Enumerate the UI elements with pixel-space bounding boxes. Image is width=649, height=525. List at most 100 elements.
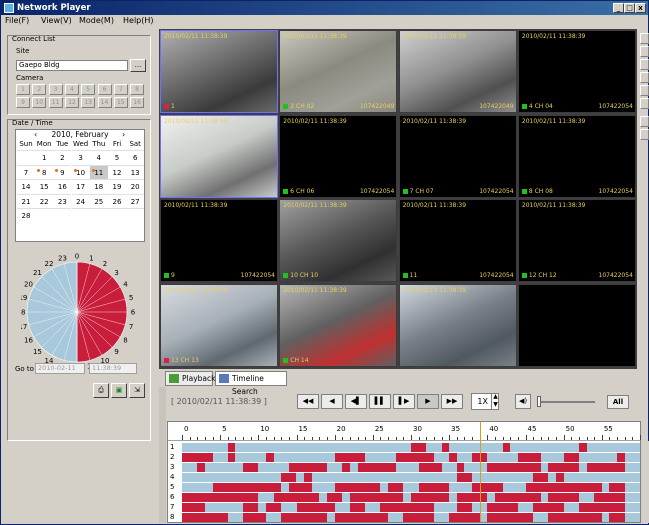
camera-cell-10[interactable]: 2010/02/11 11:38:39 10 CH 10 (279, 199, 398, 282)
calendar-day[interactable]: 13 (126, 164, 145, 179)
timeline-cursor[interactable] (479, 422, 481, 522)
print-icon[interactable] (640, 129, 649, 140)
timeline-row-4[interactable] (182, 473, 640, 482)
calendar-day[interactable]: 14 (17, 179, 35, 193)
camera-button-8[interactable]: 8 (130, 84, 145, 95)
pause-button[interactable]: ▌▌ (369, 394, 391, 409)
site-browse-button[interactable]: ... (130, 59, 146, 72)
calendar-day[interactable]: 7 (17, 164, 35, 179)
calendar-day[interactable]: 12 (108, 164, 126, 179)
calendar-day[interactable]: 25 (89, 193, 108, 208)
calendar-day[interactable]: 26 (108, 193, 126, 208)
step-back-button[interactable]: ◀▌ (345, 394, 367, 409)
timeline-panel[interactable]: 0 5 10 15 20 25 30 35 40 45 50 55 12345678 (167, 421, 641, 523)
camera-button-6[interactable]: 6 (97, 84, 112, 95)
layout-full-icon[interactable] (640, 85, 649, 96)
calendar-day[interactable]: 21 (17, 193, 35, 208)
calendar-day[interactable]: 3 (71, 150, 90, 164)
camera-cell-14[interactable]: 2010/02/11 11:38:39 CH 14 (279, 283, 398, 367)
timeline-row-8[interactable] (182, 513, 640, 522)
volume-knob[interactable] (537, 396, 541, 407)
timeline-scrollbar[interactable] (641, 441, 649, 523)
timeline-row-1[interactable] (182, 443, 640, 452)
calendar-day[interactable]: 28 (17, 208, 35, 222)
camera-cell-2[interactable]: 2010/02/11 11:38:39 2 CH 02 107422049 (279, 30, 398, 113)
tab-timeline-search[interactable]: Timeline Search (215, 371, 287, 396)
calendar-day[interactable]: 17 (71, 179, 90, 193)
calendar-day[interactable]: 16 (53, 179, 72, 193)
calendar-day[interactable]: 23 (53, 193, 72, 208)
fast-forward-button[interactable]: ▶▶ (441, 394, 463, 409)
timeline-row-5[interactable] (182, 483, 640, 492)
camera-cell-12[interactable]: 2010/02/11 11:38:39 12 CH 12 107422054 (517, 199, 636, 282)
volume-icon[interactable]: ◀) (515, 394, 531, 409)
calendar-day[interactable]: 8 (35, 164, 54, 179)
calendar-day[interactable]: 19 (108, 179, 126, 193)
snapshot-icon[interactable] (640, 116, 649, 127)
calendar-day[interactable]: 2 (53, 150, 72, 164)
calendar-day[interactable]: 9 (53, 164, 72, 179)
timeline-row-7[interactable] (182, 503, 640, 512)
camera-cell-7[interactable]: 2010/02/11 11:38:39 7 CH 07 107422054 (398, 114, 517, 198)
goto-date-field[interactable]: 2010-02-11 (35, 363, 85, 374)
step-forward-button[interactable]: ▌▶ (393, 394, 415, 409)
camera-cell-4[interactable]: 2010/02/11 11:38:39 4 CH 04 107422054 (517, 30, 636, 113)
menu-help[interactable]: Help(H) (123, 15, 154, 27)
hour-clock-chart[interactable]: 01234567891011121314151617181920212223 (21, 244, 139, 371)
calendar-day[interactable]: 27 (126, 193, 145, 208)
menu-mode[interactable]: Mode(M) (79, 15, 114, 27)
rewind-button[interactable]: ◀ (321, 394, 343, 409)
calendar-day[interactable]: 20 (126, 179, 145, 193)
menu-file[interactable]: File(F) (5, 15, 29, 27)
all-button[interactable]: All (607, 395, 629, 409)
camera-button-3[interactable]: 3 (48, 84, 63, 95)
layout-16-icon[interactable] (640, 72, 649, 83)
calendar-day[interactable]: 18 (89, 179, 108, 193)
timeline-row-2[interactable] (182, 453, 640, 462)
minimize-button[interactable]: _ (613, 3, 624, 13)
camera-button-2[interactable]: 2 (32, 84, 47, 95)
camera-cell-11[interactable]: 2010/02/11 11:38:39 11 107422054 (398, 199, 517, 282)
maximize-button[interactable]: □ (624, 3, 635, 13)
fast-rewind-button[interactable]: ◀◀ (297, 394, 319, 409)
volume-slider[interactable] (537, 401, 595, 403)
layout-9-icon[interactable] (640, 59, 649, 70)
camera-button-13[interactable]: 13 (81, 97, 96, 108)
camera-cell-9[interactable]: 2010/02/11 11:38:39 9 107422054 (160, 199, 278, 282)
side-scroll-strip[interactable] (159, 387, 166, 523)
camera-button-10[interactable]: 10 (32, 97, 47, 108)
camera-cell-16[interactable] (517, 283, 636, 367)
speed-spin-icon[interactable]: ▲ ▼ (491, 393, 499, 410)
menu-view[interactable]: View(V) (41, 15, 72, 27)
tab-playback[interactable]: Playback (165, 371, 215, 386)
camera-button-11[interactable]: 11 (48, 97, 63, 108)
calendar-day[interactable]: 11 (89, 164, 108, 179)
calendar-day[interactable]: 15 (35, 179, 54, 193)
calendar-day[interactable]: 1 (35, 150, 54, 164)
camera-cell-8[interactable]: 2010/02/11 11:38:39 8 CH 08 107422054 (517, 114, 636, 198)
save-clip-icon[interactable]: ⇲ (129, 383, 145, 398)
layout-1-icon[interactable] (640, 33, 649, 44)
camera-cell-3[interactable]: 2010/02/11 11:38:39 107422049 (398, 30, 517, 113)
prev-month-icon[interactable]: ‹ (34, 130, 37, 140)
camera-button-16[interactable]: 16 (130, 97, 145, 108)
play-button[interactable]: ▶ (417, 394, 439, 409)
calendar-day[interactable]: 24 (71, 193, 90, 208)
camera-button-15[interactable]: 15 (113, 97, 128, 108)
camera-cell-5[interactable]: 2010/02/11 11:38:39 (160, 114, 278, 198)
calendar-day[interactable]: 5 (108, 150, 126, 164)
export-icon[interactable]: ⎙ (93, 383, 109, 398)
next-month-icon[interactable]: › (122, 130, 125, 140)
camera-cell-15[interactable]: 2010/02/11 11:38:39 (398, 283, 517, 367)
site-field[interactable]: Gaepo Bldg (16, 60, 128, 71)
camera-button-7[interactable]: 7 (113, 84, 128, 95)
timeline-row-3[interactable] (182, 463, 640, 472)
camera-button-4[interactable]: 4 (64, 84, 79, 95)
goto-time-field[interactable]: 11:38:39 (89, 363, 137, 374)
calendar-day[interactable]: 6 (126, 150, 145, 164)
camera-cell-1[interactable]: 2010/02/11 11:38:39 1 (160, 30, 278, 113)
camera-button-14[interactable]: 14 (97, 97, 112, 108)
camera-button-9[interactable]: 9 (16, 97, 30, 108)
camera-button-12[interactable]: 12 (64, 97, 79, 108)
calendar-day[interactable]: 4 (89, 150, 108, 164)
